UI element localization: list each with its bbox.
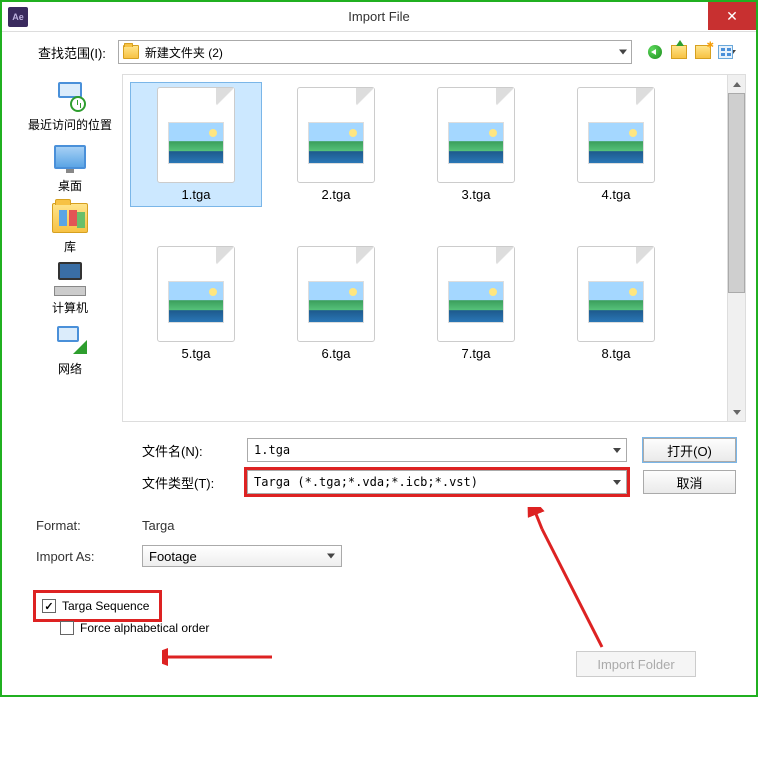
scroll-thumb[interactable] <box>728 93 745 293</box>
chevron-down-icon <box>733 410 741 415</box>
force-alphabetical-label: Force alphabetical order <box>80 621 209 635</box>
file-item[interactable]: 4.tga <box>551 83 681 206</box>
new-folder-icon <box>695 45 711 59</box>
force-alphabetical-checkbox[interactable] <box>60 621 74 635</box>
file-name-label: 5.tga <box>182 346 211 361</box>
file-item[interactable]: 5.tga <box>131 242 261 365</box>
look-in-dropdown[interactable]: 新建文件夹 (2) <box>118 40 632 64</box>
file-item[interactable]: 1.tga <box>131 83 261 206</box>
sidebar-item-libraries[interactable]: 库 <box>49 198 91 257</box>
new-folder-button[interactable] <box>694 43 712 61</box>
file-thumbnail <box>297 87 375 183</box>
scroll-up-button[interactable] <box>728 75 745 93</box>
file-thumbnail <box>437 246 515 342</box>
sidebar-item-recent[interactable]: 最近访问的位置 <box>28 76 112 135</box>
look-in-value: 新建文件夹 (2) <box>145 44 223 61</box>
chevron-down-icon <box>619 50 627 55</box>
chevron-down-icon <box>606 439 626 461</box>
look-in-label: 查找范围(I): <box>38 43 106 62</box>
file-thumbnail <box>157 87 235 183</box>
file-item[interactable]: 7.tga <box>411 242 541 365</box>
folder-icon <box>123 45 139 59</box>
import-as-label: Import As: <box>36 549 132 564</box>
filename-label: 文件名(N): <box>142 441 231 460</box>
file-item[interactable]: 8.tga <box>551 242 681 365</box>
file-thumbnail <box>437 87 515 183</box>
recent-icon <box>50 80 90 112</box>
library-icon <box>52 203 88 233</box>
format-value: Targa <box>142 518 175 533</box>
cancel-button[interactable]: 取消 <box>643 470 736 494</box>
file-thumbnail <box>297 246 375 342</box>
import-folder-button: Import Folder <box>576 651 696 677</box>
file-item[interactable]: 6.tga <box>271 242 401 365</box>
file-name-label: 3.tga <box>462 187 491 202</box>
view-menu-button[interactable] <box>718 43 736 61</box>
places-sidebar: 最近访问的位置 桌面 库 计算机 网络 <box>18 74 122 422</box>
file-item[interactable]: 3.tga <box>411 83 541 206</box>
sidebar-item-computer[interactable]: 计算机 <box>49 259 91 318</box>
scroll-down-button[interactable] <box>728 403 745 421</box>
file-name-label: 7.tga <box>462 346 491 361</box>
file-list[interactable]: 1.tga 2.tga 3.tga 4.tga 5.tga 6.tga 7.tga 8.tga <box>122 74 746 422</box>
filetype-label: 文件类型(T): <box>142 473 231 492</box>
filename-input[interactable]: 1.tga <box>247 438 627 462</box>
file-thumbnail <box>577 87 655 183</box>
format-label: Format: <box>36 518 132 533</box>
targa-sequence-label: Targa Sequence <box>62 599 149 613</box>
desktop-icon <box>54 145 86 169</box>
network-icon <box>51 324 89 356</box>
file-name-label: 2.tga <box>322 187 351 202</box>
sidebar-item-desktop[interactable]: 桌面 <box>49 137 91 196</box>
file-thumbnail <box>157 246 235 342</box>
chevron-up-icon <box>733 82 741 87</box>
targa-sequence-checkbox[interactable] <box>42 599 56 613</box>
computer-icon <box>50 262 90 296</box>
window-title: Import File <box>2 9 756 24</box>
title-bar: Ae Import File ✕ <box>2 2 756 32</box>
file-name-label: 8.tga <box>602 346 631 361</box>
chevron-down-icon <box>606 471 626 493</box>
file-name-label: 6.tga <box>322 346 351 361</box>
view-icon <box>718 45 733 59</box>
back-button[interactable] <box>646 43 664 61</box>
file-name-label: 4.tga <box>602 187 631 202</box>
folder-up-icon <box>671 45 687 59</box>
up-one-level-button[interactable] <box>670 43 688 61</box>
close-button[interactable]: ✕ <box>708 2 756 30</box>
import-as-dropdown[interactable]: Footage <box>142 545 342 567</box>
back-icon <box>648 45 662 59</box>
file-thumbnail <box>577 246 655 342</box>
vertical-scrollbar[interactable] <box>727 75 745 421</box>
filetype-dropdown[interactable]: Targa (*.tga;*.vda;*.icb;*.vst) <box>247 470 627 494</box>
sidebar-item-network[interactable]: 网络 <box>49 320 91 379</box>
open-button[interactable]: 打开(O) <box>643 438 736 462</box>
file-name-label: 1.tga <box>182 187 211 202</box>
file-item[interactable]: 2.tga <box>271 83 401 206</box>
